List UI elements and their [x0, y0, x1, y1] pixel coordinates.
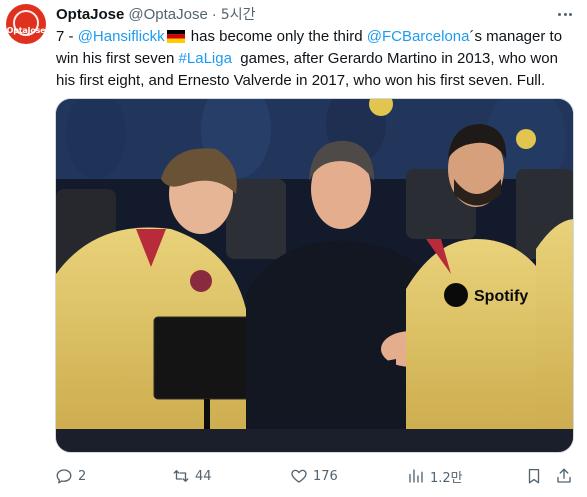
tweet-text: 7 - @Hansiflickk has become only the thi… [56, 26, 578, 92]
avatar[interactable]: OptaJose [6, 4, 46, 44]
retweet-count: 44 [195, 468, 212, 484]
tweet-line-3: his first eight, and Ernesto Valverde in… [56, 72, 546, 89]
avatar-logo-text: OptaJose [6, 26, 46, 35]
tweet-actions: 2 44 176 1.2만 [55, 466, 575, 486]
bookmark-button[interactable] [525, 466, 548, 486]
author-name[interactable]: OptaJose [56, 6, 124, 23]
photo-illustration: Spotify [56, 99, 573, 452]
tweet-text-segment: ´s manager to [469, 28, 563, 45]
heart-icon [291, 469, 307, 483]
reply-count: 2 [78, 468, 87, 484]
bookmark-icon [528, 468, 540, 484]
mention-hansiflickk[interactable]: @Hansiflickk [78, 28, 165, 45]
tweet-header: OptaJose @OptaJose · 5시간 [56, 4, 255, 24]
retweet-icon [173, 470, 189, 482]
tweet-photo[interactable]: Spotify [55, 98, 574, 453]
tweet-text-segment: win his first seven [56, 50, 179, 67]
like-count: 176 [313, 468, 338, 484]
tweet-line-1: 7 - @Hansiflickk has become only the thi… [56, 26, 578, 48]
retweet-button[interactable]: 44 [172, 466, 212, 486]
tweet-text-segment: 7 - [56, 28, 78, 45]
views-count: 1.2만 [430, 470, 463, 486]
reply-icon [56, 469, 72, 484]
reply-button[interactable]: 2 [55, 466, 86, 486]
share-icon [557, 468, 571, 483]
germany-flag-icon [166, 30, 185, 43]
more-options-icon[interactable] [555, 4, 575, 24]
sponsor-text: Spotify [474, 288, 528, 305]
share-button[interactable] [555, 466, 578, 486]
tweet-line-2: win his first seven #LaLiga games, after… [56, 48, 578, 70]
views-bar-chart-icon [409, 469, 423, 483]
views-button[interactable]: 1.2만 [407, 466, 463, 486]
hashtag-laliga[interactable]: #LaLiga [179, 50, 232, 67]
tweet-timestamp[interactable]: 5시간 [221, 4, 256, 24]
like-button[interactable]: 176 [290, 466, 338, 486]
mention-fcbarcelona[interactable]: @FCBarcelona [367, 28, 470, 45]
author-handle[interactable]: @OptaJose [128, 6, 207, 23]
tweet-text-segment: has become only the third [186, 28, 367, 45]
tweet-text-segment: games, after Gerardo Martino in 2013, wh… [231, 50, 558, 67]
separator-dot: · [211, 5, 217, 23]
